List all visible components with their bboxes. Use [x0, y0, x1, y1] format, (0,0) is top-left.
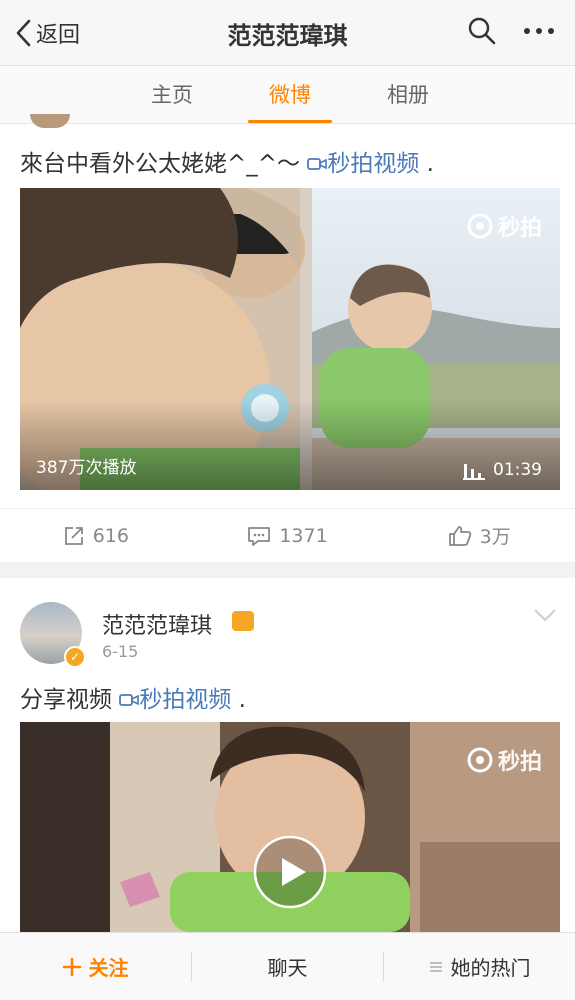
post-body: 來台中看外公太姥姥^_^～ [20, 151, 301, 177]
video-player[interactable]: 秒拍 [20, 722, 560, 932]
avatar[interactable] [30, 114, 70, 128]
top-bar: 返回 范范范瑋琪 [0, 0, 575, 66]
tab-album[interactable]: 相册 [349, 66, 467, 123]
video-duration: 01:39 [493, 460, 542, 480]
follow-button[interactable]: 关注 [0, 952, 191, 981]
plus-icon [62, 957, 81, 976]
more-icon[interactable] [523, 26, 555, 36]
video-link-label: 秒拍视频 [139, 687, 232, 713]
verified-badge-icon: ✓ [64, 646, 86, 668]
post-body: 分享视频 [20, 687, 112, 713]
play-count: 387万次播放 [36, 458, 137, 478]
thumbs-up-icon [448, 525, 471, 546]
bottom-action-bar: 关注 聊天 她的热门 [0, 932, 575, 1000]
tab-weibo[interactable]: 微博 [231, 66, 349, 123]
post-trail: . [238, 687, 246, 713]
like-count: 3万 [479, 526, 511, 548]
post-card[interactable]: 來台中看外公太姥姥^_^～ 秒拍视频 . 秒拍 387万次播放 01:39 61… [0, 114, 575, 562]
repost-icon [64, 526, 83, 545]
hot-posts-label: 她的热门 [450, 956, 531, 980]
watermark-label: 秒拍 [497, 216, 542, 241]
post-text: 分享视频 秒拍视频 . [20, 680, 246, 714]
video-camera-icon [307, 158, 328, 170]
like-button[interactable]: 3万 [383, 509, 575, 562]
tab-home[interactable]: 主页 [113, 66, 231, 123]
video-player[interactable]: 秒拍 387万次播放 01:39 [20, 188, 560, 490]
miaopai-logo-icon [467, 747, 493, 773]
list-icon [429, 961, 442, 972]
comment-icon [248, 526, 271, 546]
video-link-label: 秒拍视频 [327, 151, 420, 177]
video-link[interactable]: 秒拍视频 [307, 151, 426, 177]
video-link[interactable]: 秒拍视频 [119, 687, 238, 713]
username[interactable]: 范范范瑋琪 [102, 608, 212, 640]
chevron-down-icon[interactable] [533, 608, 557, 622]
play-icon[interactable] [252, 834, 328, 910]
miaopai-watermark: 秒拍 [466, 744, 542, 776]
bar-chart-icon [463, 464, 485, 480]
chat-button[interactable]: 聊天 [192, 952, 383, 981]
post-text: 來台中看外公太姥姥^_^～ 秒拍视频 . [20, 144, 434, 178]
vip-crown-icon [232, 611, 254, 631]
video-camera-icon [119, 694, 140, 706]
avatar[interactable]: ✓ [20, 602, 86, 668]
watermark-label: 秒拍 [497, 750, 542, 775]
follow-label: 关注 [88, 956, 129, 980]
post-date: 6-15 [102, 642, 139, 661]
profile-tabs: 主页 微博 相册 [0, 66, 575, 124]
comment-button[interactable]: 1371 [192, 509, 384, 562]
comment-count: 1371 [279, 524, 328, 547]
search-icon[interactable] [467, 16, 497, 46]
miaopai-watermark: 秒拍 [466, 210, 542, 242]
post-trail: . [426, 151, 434, 177]
miaopai-logo-icon [467, 213, 493, 239]
hot-posts-button[interactable]: 她的热门 [384, 952, 575, 981]
repost-button[interactable]: 616 [0, 509, 192, 562]
post-actions: 616 1371 3万 [0, 508, 575, 562]
chat-label: 聊天 [267, 956, 308, 980]
repost-count: 616 [92, 524, 129, 547]
